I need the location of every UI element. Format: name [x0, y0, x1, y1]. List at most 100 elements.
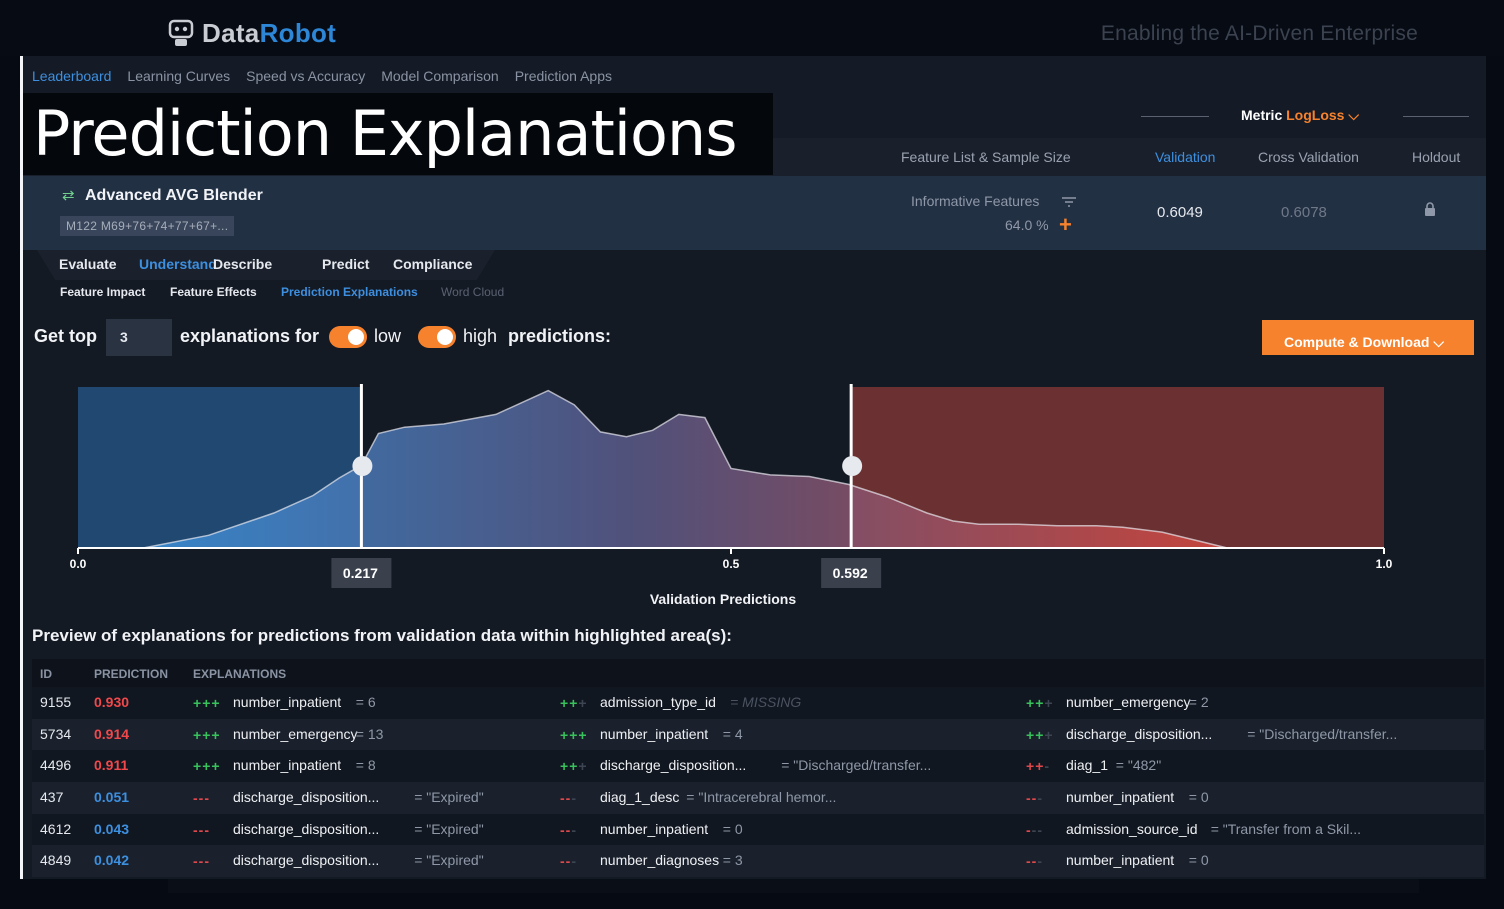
x-tick-label: 1.0	[1376, 557, 1393, 571]
explanation-value: = "Expired"	[414, 789, 484, 806]
table-row: 4612 0.043 --- discharge_disposition... = "E…	[32, 813, 1484, 846]
explanation-feature: discharge_disposition...	[1066, 725, 1213, 742]
cross-validation-score: 0.6078	[1281, 204, 1327, 221]
tab-predict[interactable]: Predict	[322, 256, 369, 272]
low-threshold-label: 0.217	[343, 565, 378, 581]
explanation-value: = MISSING	[730, 694, 802, 710]
validation-score: 0.6049	[1157, 204, 1203, 221]
explanation-value: = "Expired"	[414, 852, 484, 869]
row-id: 437	[40, 789, 64, 806]
nav-speed-vs-accuracy[interactable]: Speed vs Accuracy	[246, 68, 365, 84]
explanation-value: = 2	[1188, 694, 1209, 710]
explanation-value: = 4	[722, 725, 743, 742]
explanation-feature: number_inpatient	[1066, 852, 1175, 869]
tagline: Enabling the AI-Driven Enterprise	[1100, 22, 1418, 45]
low-threshold-handle	[352, 456, 373, 476]
explanation-feature: number_diagnoses	[600, 852, 720, 869]
table-header: ID PREDICTION EXPLANATIONS	[32, 659, 1484, 687]
sample-size: 64.0 %	[1005, 217, 1049, 233]
top-n-input[interactable]: 3	[106, 319, 172, 356]
strength-indicator: +++	[193, 726, 221, 743]
nav-prediction-apps[interactable]: Prediction Apps	[515, 68, 612, 84]
strength-indicator: ---	[560, 821, 578, 838]
preview-heading: Preview of explanations for predictions …	[32, 626, 732, 645]
model-name[interactable]: Advanced AVG Blender	[85, 187, 263, 205]
blender-icon: ⇄	[62, 187, 75, 204]
subtab-prediction-explanations[interactable]: Prediction Explanations	[281, 285, 418, 299]
explanation-feature: number_inpatient	[600, 820, 709, 837]
col-feature-list[interactable]: Feature List & Sample Size	[901, 149, 1071, 165]
row-id: 4849	[40, 852, 72, 869]
strength-indicator: ---	[193, 821, 211, 838]
explanation-feature: number_emergency	[1066, 694, 1191, 710]
strength-indicator: +++	[193, 758, 221, 775]
title-overlay: Prediction Explanations	[23, 93, 773, 175]
explanation-feature: number_emergency	[233, 725, 358, 742]
tab-understand[interactable]: Understand	[139, 256, 217, 272]
add-sample-icon[interactable]: +	[1059, 212, 1072, 238]
explanation-value: = "Intracerebral hemor...	[686, 789, 837, 806]
model-row[interactable]: ⇄ Advanced AVG Blender M122 M69+76+74+77…	[23, 176, 1486, 250]
top-nav: Leaderboard Learning Curves Speed vs Acc…	[23, 56, 1486, 96]
strength-indicator: ++-	[1026, 758, 1051, 775]
col-holdout[interactable]: Holdout	[1412, 149, 1460, 165]
explanation-feature: number_inpatient	[600, 725, 709, 742]
datarobot-logo: DataRobot	[168, 18, 336, 49]
brand-name: DataRobot	[202, 18, 336, 49]
strength-indicator: +++	[1026, 726, 1054, 743]
compute-download-button[interactable]: Compute & Download ⌵	[1262, 320, 1474, 355]
robot-icon	[168, 19, 194, 46]
metric-divider-right	[1403, 116, 1469, 124]
metric-value: LogLoss	[1286, 107, 1345, 123]
explanation-value: = 0	[1188, 789, 1209, 806]
high-toggle[interactable]	[418, 326, 456, 348]
row-prediction: 0.051	[94, 789, 130, 806]
high-label: high	[463, 326, 498, 346]
explanation-value: = 0	[722, 820, 743, 837]
subtab-feature-effects[interactable]: Feature Effects	[170, 285, 257, 299]
bottom-strip	[168, 879, 1419, 893]
nav-model-comparison[interactable]: Model Comparison	[381, 68, 499, 84]
metric-divider-left	[1141, 116, 1209, 124]
filter-icon	[1062, 197, 1076, 207]
strength-indicator: ---	[193, 853, 211, 870]
row-prediction: 0.043	[94, 820, 130, 837]
strength-indicator: ---	[1026, 821, 1044, 838]
explanations-table: ID PREDICTION EXPLANATIONS 9155 0.930 +++ n…	[32, 659, 1484, 878]
header-explanations: EXPLANATIONS	[193, 667, 287, 681]
metric-label: Metric	[1241, 107, 1283, 123]
nav-leaderboard[interactable]: Leaderboard	[32, 68, 111, 84]
row-id: 9155	[40, 694, 72, 710]
feature-list-name: Informative Features	[911, 193, 1040, 209]
row-prediction: 0.914	[94, 725, 130, 742]
explanation-value: = 3	[722, 852, 743, 869]
strength-indicator: ---	[193, 790, 211, 807]
table-row: 437 0.051 --- discharge_disposition... = "Ex…	[32, 782, 1484, 814]
high-threshold-handle	[842, 456, 863, 476]
explanation-value: = "Discharged/transfer...	[1247, 725, 1398, 742]
chevron-down-icon: ⌵	[1433, 333, 1444, 350]
explanation-feature: number_inpatient	[233, 694, 342, 710]
strength-indicator: +++	[560, 758, 588, 775]
subtab-word-cloud[interactable]: Word Cloud	[441, 285, 504, 299]
strength-indicator: ---	[1026, 853, 1044, 870]
tab-evaluate[interactable]: Evaluate	[59, 256, 117, 272]
explanation-feature: diag_1_desc	[600, 789, 680, 806]
nav-learning-curves[interactable]: Learning Curves	[127, 68, 230, 84]
col-cross-validation[interactable]: Cross Validation	[1258, 149, 1359, 165]
strength-indicator: +++	[1026, 695, 1054, 711]
low-toggle[interactable]	[329, 326, 367, 348]
explanation-value: = "Transfer from a Skil...	[1210, 820, 1362, 837]
low-label: low	[374, 326, 402, 346]
strength-indicator: +++	[560, 695, 588, 711]
explanation-feature: discharge_disposition...	[233, 820, 380, 837]
tab-compliance[interactable]: Compliance	[393, 256, 472, 272]
get-top-label: Get top	[34, 326, 97, 346]
subtab-feature-impact[interactable]: Feature Impact	[60, 285, 145, 299]
explanation-value: = 0	[1188, 852, 1209, 869]
explanation-feature: admission_type_id	[600, 694, 716, 710]
prediction-distribution-chart: 0.0 0.5 1.0 0.217 0.592 Validation Prediction…	[70, 384, 1393, 607]
col-validation[interactable]: Validation	[1155, 149, 1215, 165]
tab-describe[interactable]: Describe	[213, 256, 272, 272]
metric-selector[interactable]: Metric LogLoss ⌵	[1241, 107, 1359, 124]
